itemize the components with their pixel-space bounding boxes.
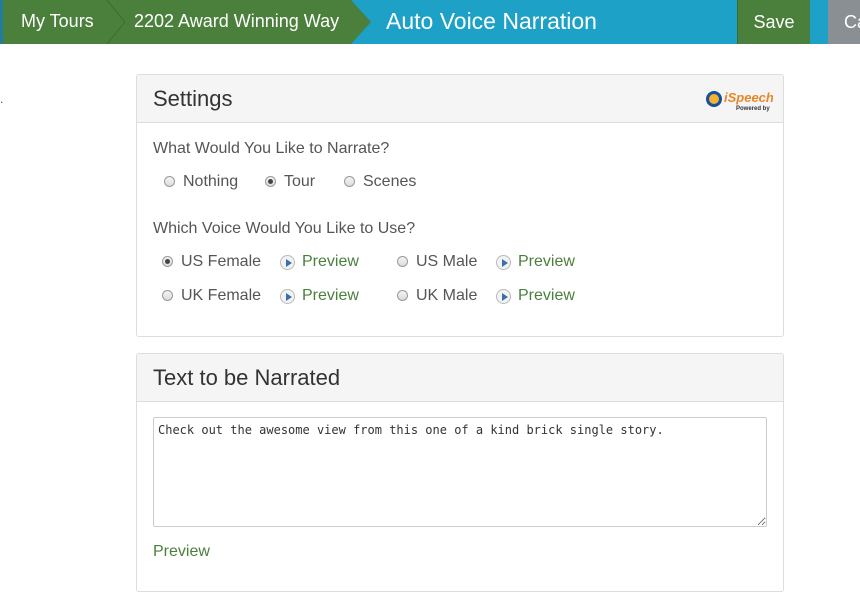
voice-question: Which Voice Would You Like to Use? [153,220,416,237]
radio-us-male[interactable] [397,256,408,267]
radio-nothing[interactable] [164,176,175,187]
narrate-option-tour-label: Tour [284,173,316,190]
preview-uk-male-label: Preview [518,287,575,304]
page-title: Auto Voice Narration [386,8,597,34]
preview-uk-female-label: Preview [302,287,359,304]
narration-text-panel: Text to be Narrated Check out the awesom… [136,353,784,592]
voice-option-uk-male-label: UK Male [416,287,478,304]
ispeech-logo-icon: iSpeech Powered by [706,90,773,112]
settings-title: Settings [153,86,233,111]
radio-scenes[interactable] [344,176,355,187]
stray-mark: . [0,92,4,106]
ispeech-logo-text: iSpeech [724,90,773,105]
voice-option-us-female-label: US Female [181,253,262,270]
breadcrumb-item-my-tours[interactable]: My Tours [21,0,94,44]
narrate-option-scenes-label: Scenes [363,173,417,190]
voice-option-us-male-label: US Male [416,253,478,270]
narrate-question: What Would You Like to Narrate? [153,140,390,157]
cancel-button[interactable]: Ca [828,0,860,44]
narration-panel-header: Text to be Narrated [137,354,783,402]
play-icon [496,289,511,304]
radio-us-female[interactable] [162,256,173,267]
preview-us-female-label: Preview [302,253,359,270]
narrate-option-nothing-label: Nothing [183,173,239,190]
radio-tour[interactable] [265,176,276,187]
narration-title: Text to be Narrated [153,365,341,390]
play-icon [280,289,295,304]
voice-option-uk-female-label: UK Female [181,287,262,304]
breadcrumb-item-tour-address[interactable]: 2202 Award Winning Way [134,0,339,44]
radio-uk-female[interactable] [162,290,173,301]
save-button[interactable]: Save [737,0,810,44]
ispeech-logo-subtext: Powered by [736,106,770,112]
play-icon [496,255,511,270]
narration-textarea[interactable]: Check out the awesome view from this one… [153,417,767,527]
settings-panel: Settings iSpeech Powered by What Would Y… [136,74,784,337]
play-icon [280,255,295,270]
top-bar: My Tours 2202 Award Winning Way Auto Voi… [0,0,860,44]
settings-panel-header: Settings iSpeech Powered by [137,75,783,123]
preview-us-male-label: Preview [518,253,575,270]
radio-uk-male[interactable] [397,290,408,301]
narration-preview-link[interactable]: Preview [153,543,210,561]
